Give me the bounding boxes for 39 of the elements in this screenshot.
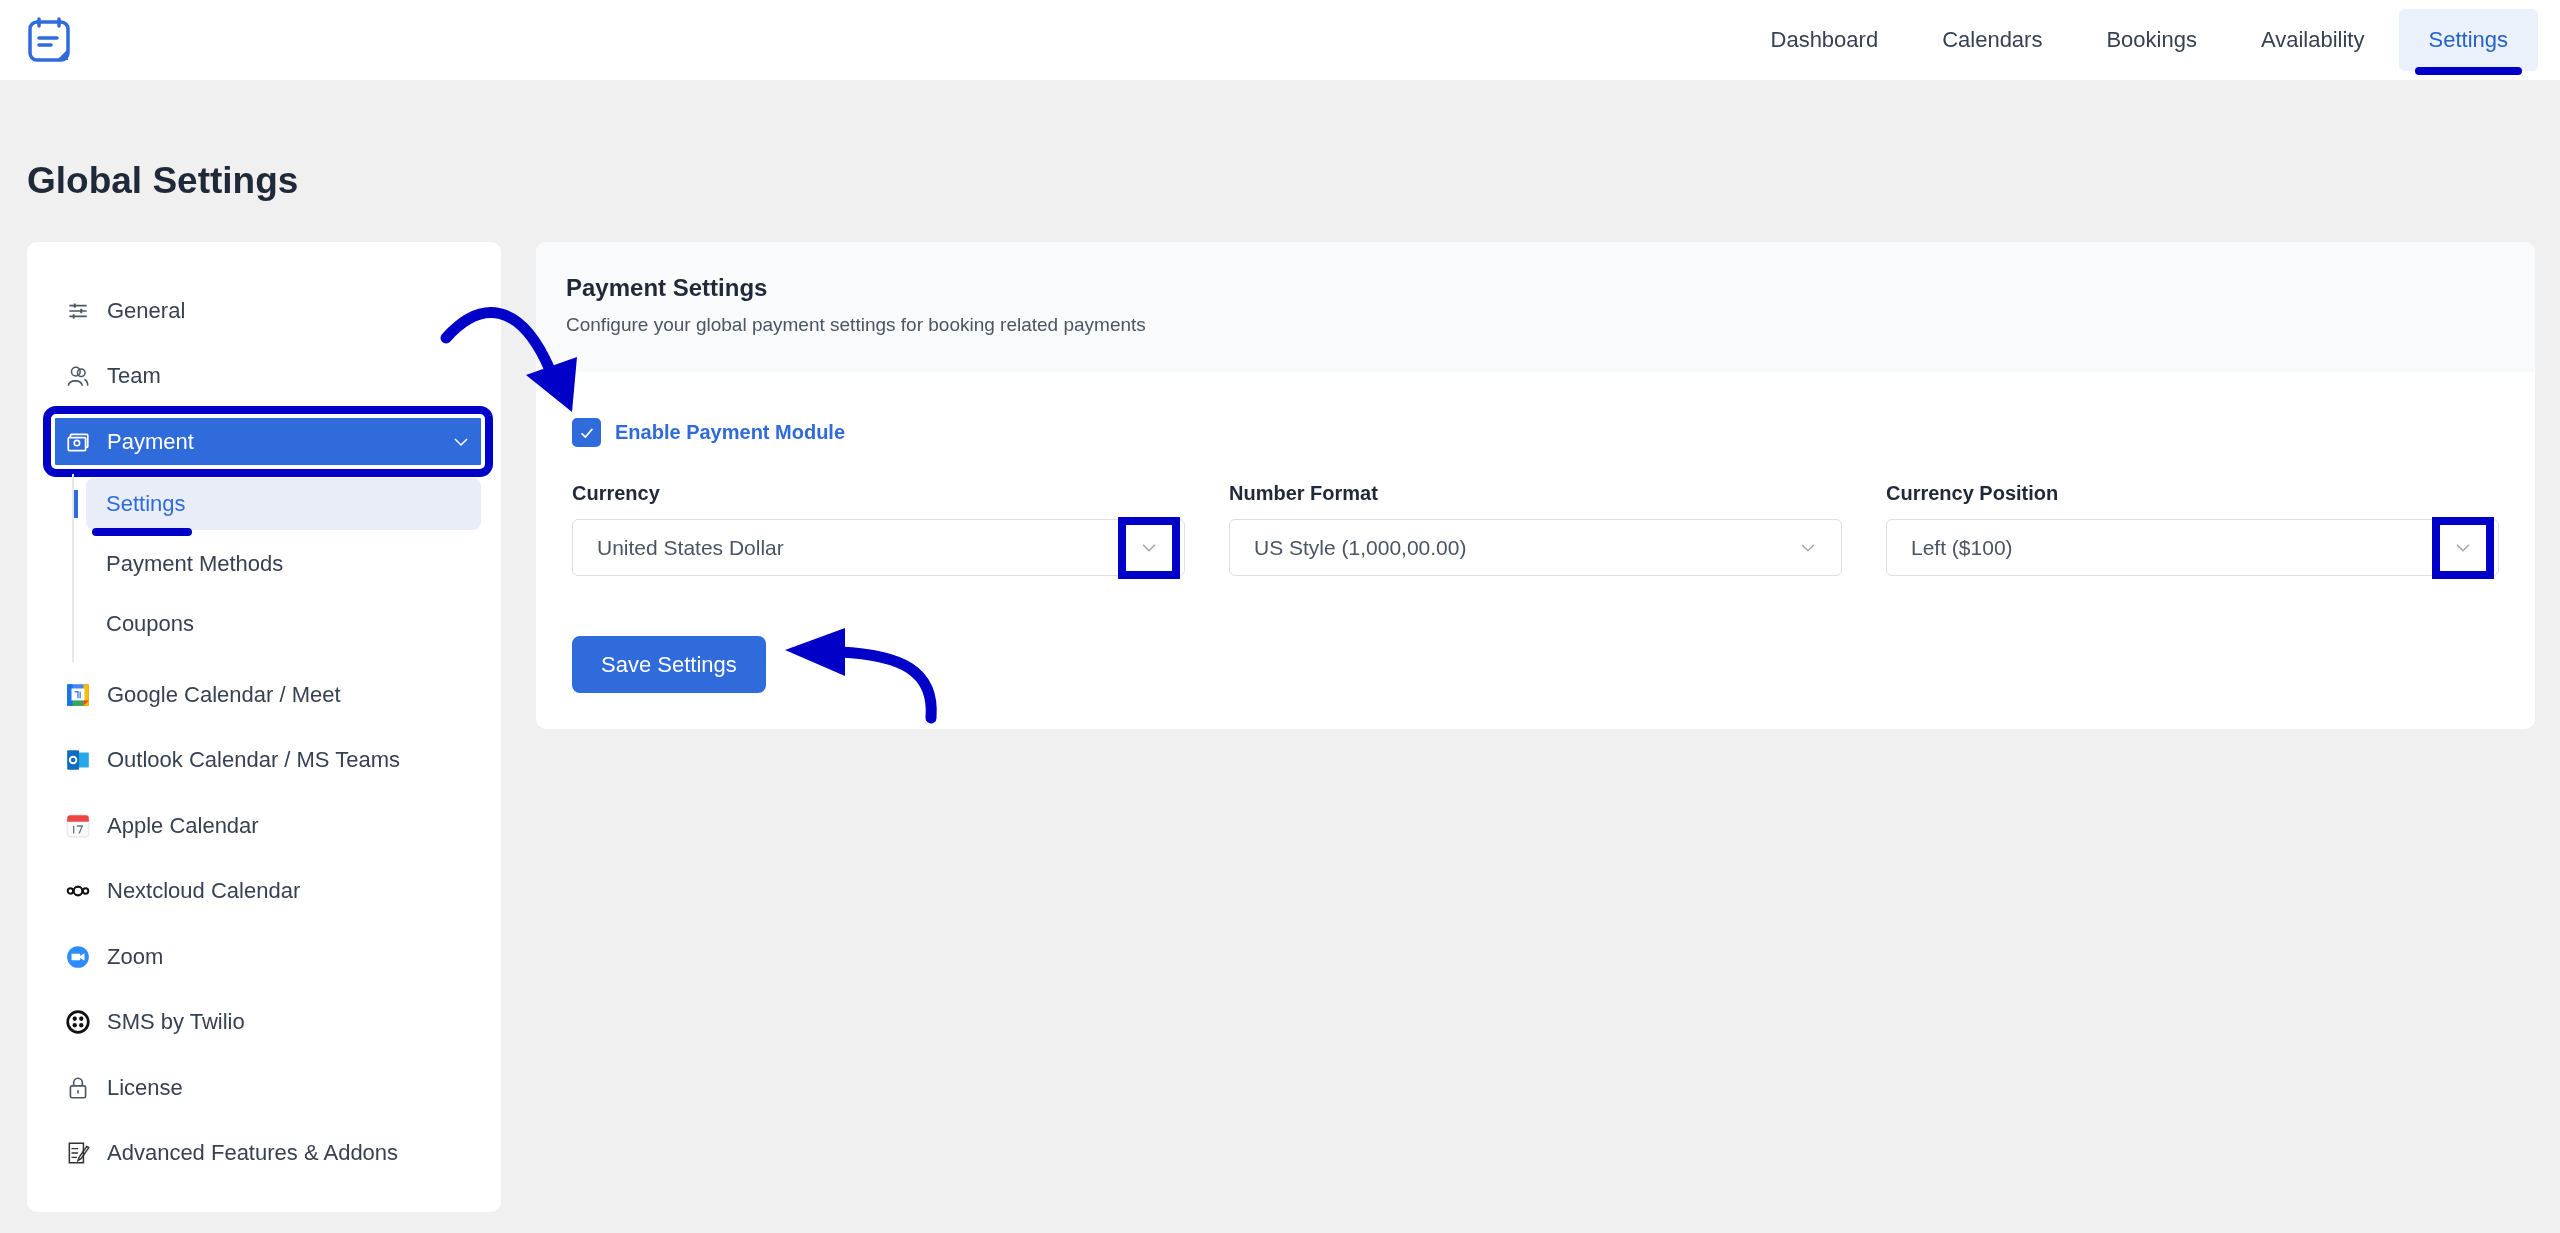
select-field[interactable]: Left ($100) bbox=[1886, 519, 2499, 576]
checkbox-label[interactable]: Enable Payment Module bbox=[615, 421, 846, 444]
checkmark-icon bbox=[580, 427, 593, 438]
sidebar-item[interactable]: SMS by Twilio bbox=[55, 989, 481, 1055]
calendar-icon bbox=[65, 812, 91, 839]
nav-tab[interactable]: Availability bbox=[2230, 9, 2395, 71]
chevron-down-icon bbox=[1142, 543, 1156, 552]
field-label: Currency bbox=[572, 482, 661, 505]
sidebar-item[interactable]: Team bbox=[55, 343, 481, 409]
field-label: Number Format bbox=[1229, 482, 1379, 505]
sidebar-item[interactable]: Nextcloud Calendar bbox=[55, 858, 481, 924]
field-label: Currency Position bbox=[1886, 482, 2060, 505]
sidebar-subitem[interactable]: Settings bbox=[86, 478, 481, 530]
sidebar-subitem[interactable]: Coupons bbox=[86, 598, 481, 650]
sidebar-item[interactable]: Outlook Calendar / MS Teams bbox=[55, 727, 481, 793]
dots-circle-icon bbox=[65, 1009, 91, 1036]
sidebar-item[interactable]: Advanced Features & Addons bbox=[55, 1120, 481, 1186]
save-button[interactable]: Save Settings bbox=[572, 636, 766, 693]
logo-icon[interactable] bbox=[27, 16, 73, 64]
checkbox[interactable] bbox=[572, 418, 601, 447]
video-camera-icon bbox=[65, 943, 91, 970]
nav-tab[interactable]: Calendars bbox=[1912, 9, 2073, 71]
card-title: Payment Settings bbox=[566, 274, 769, 302]
sidebar-item[interactable]: Apple Calendar bbox=[55, 793, 481, 859]
page-title: Global Settings bbox=[27, 160, 300, 203]
sidebar-item[interactable]: License bbox=[55, 1055, 481, 1121]
select-field[interactable]: US Style (1,000,00.00) bbox=[1229, 519, 1842, 576]
sidebar-item[interactable]: Zoom bbox=[55, 924, 481, 990]
sidebar-subitem[interactable]: Payment Methods bbox=[86, 538, 481, 590]
active-indicator bbox=[74, 490, 78, 518]
nav-tab[interactable]: Bookings bbox=[2076, 9, 2227, 71]
select-field[interactable]: United States Dollar bbox=[572, 519, 1185, 576]
chevron-down-icon bbox=[1801, 543, 1815, 552]
chevron-down-icon bbox=[2456, 543, 2470, 552]
nav-tab[interactable]: Dashboard bbox=[1740, 9, 1909, 71]
sidebar-item[interactable]: Google Calendar / Meet bbox=[55, 662, 481, 728]
card-description: Configure your global payment settings for booking related payments bbox=[566, 314, 1147, 336]
sidebar-item[interactable]: General bbox=[55, 278, 481, 344]
calendar-icon bbox=[65, 681, 91, 708]
